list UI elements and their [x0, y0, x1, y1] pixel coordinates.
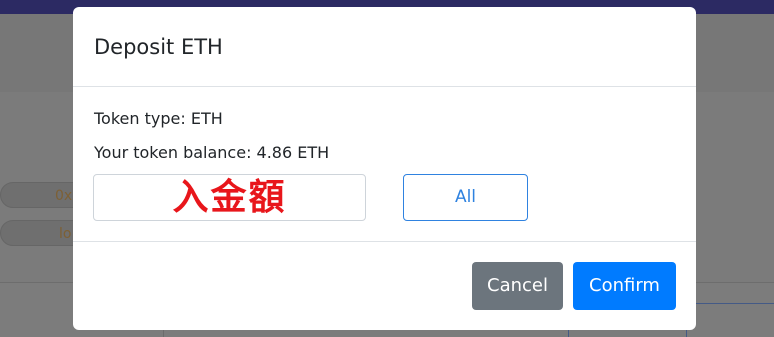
modal-title: Deposit ETH	[94, 35, 223, 59]
background-address-text: 0x	[55, 188, 73, 204]
background-status-text: lo	[59, 226, 72, 242]
token-type-text: Token type: ETH	[94, 109, 223, 128]
cancel-button[interactable]: Cancel	[472, 262, 563, 310]
modal-header: Deposit ETH	[73, 7, 696, 87]
modal-footer: Cancel Confirm	[73, 241, 696, 331]
deposit-amount-input[interactable]: 入金額	[93, 174, 366, 221]
token-balance-text: Your token balance: 4.86 ETH	[94, 143, 330, 162]
all-button[interactable]: All	[403, 174, 528, 221]
confirm-button[interactable]: Confirm	[573, 262, 676, 310]
deposit-modal: Deposit ETH Token type: ETH Your token b…	[73, 7, 696, 330]
modal-body: Token type: ETH Your token balance: 4.86…	[73, 87, 696, 241]
